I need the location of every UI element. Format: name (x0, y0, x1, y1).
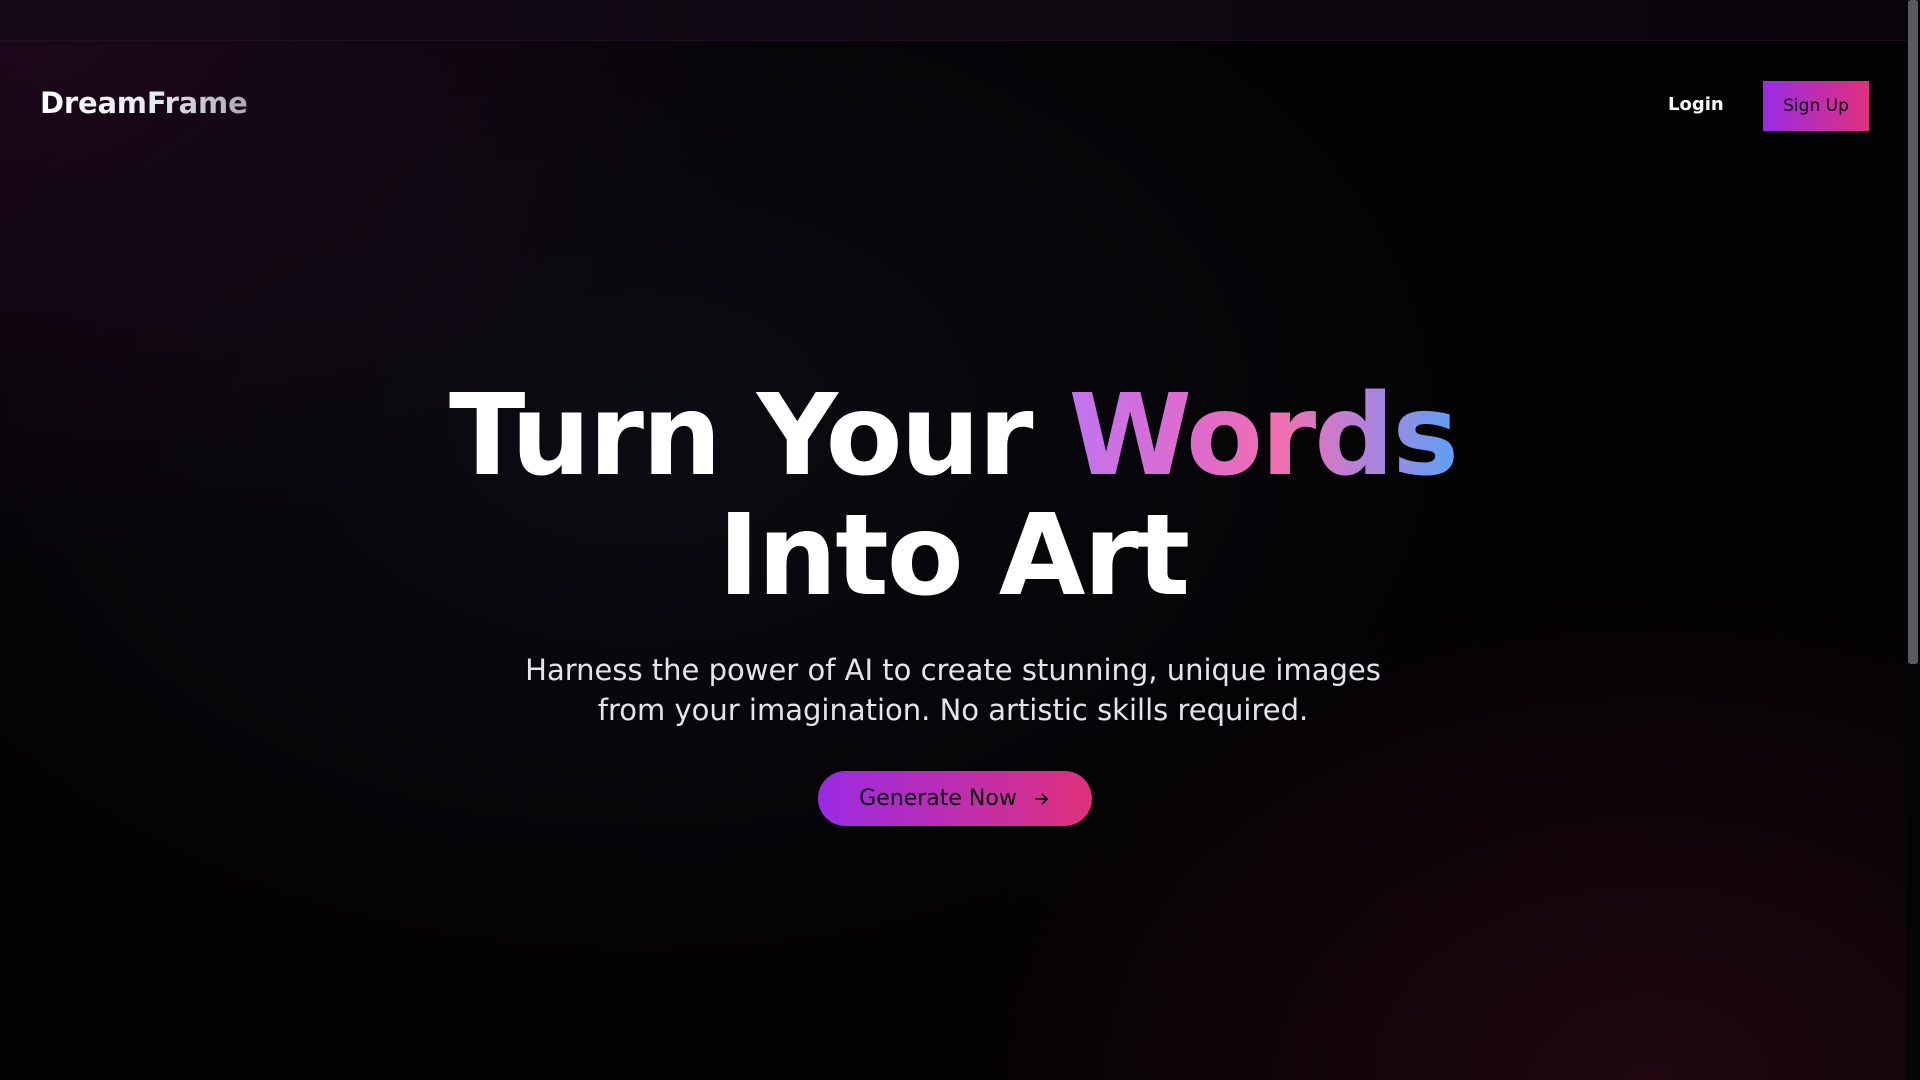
browser-top-strip (0, 0, 1906, 41)
generate-now-label: Generate Now (859, 786, 1017, 811)
arrow-right-icon (1034, 793, 1048, 804)
logo[interactable]: DreamFrame (40, 86, 248, 120)
hero-subtitle: Harness the power of AI to create stunni… (525, 653, 1381, 727)
scrollbar[interactable] (1906, 0, 1920, 1080)
hero-title-line-2: Into Art (717, 491, 1190, 621)
navbar: DreamFrame Login Sign Up (0, 40, 1906, 172)
hero-title-part-1: Turn Your (448, 371, 1069, 501)
hero-title-line-1: Turn Your Words (0, 376, 1906, 496)
hero-title-accent-word: Words (1068, 371, 1459, 501)
login-link[interactable]: Login (1668, 94, 1724, 115)
scrollbar-thumb[interactable] (1908, 0, 1918, 664)
generate-now-button[interactable]: Generate Now (818, 771, 1092, 826)
signup-button[interactable]: Sign Up (1763, 81, 1869, 131)
landing-page: DreamFrame Login Sign Up Turn Your Words… (0, 0, 1920, 1080)
hero-title: Turn Your Words Into Art (0, 376, 1906, 616)
